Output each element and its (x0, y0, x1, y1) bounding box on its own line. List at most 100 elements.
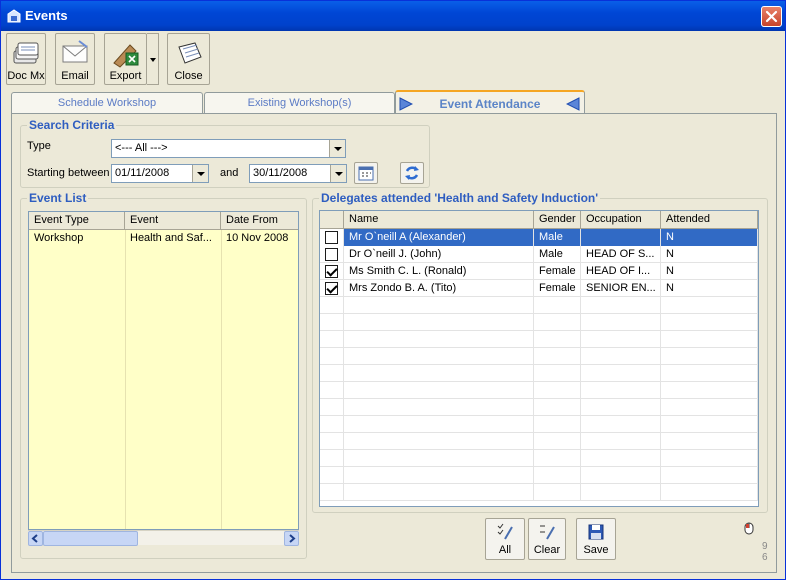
gender-cell (534, 433, 581, 450)
tab-schedule-workshop[interactable]: Schedule Workshop (11, 92, 203, 114)
name-cell (344, 314, 534, 331)
type-select[interactable]: <--- All ---> (111, 139, 346, 158)
close-button[interactable]: Close (167, 33, 210, 85)
column-header-event[interactable]: Event (125, 212, 221, 229)
column-header-name[interactable]: Name (344, 211, 534, 228)
select-all-icon (497, 523, 513, 540)
version-line-1: 9 (762, 541, 768, 552)
occupation-cell (581, 365, 661, 382)
tab-existing-workshops[interactable]: Existing Workshop(s) (204, 92, 395, 114)
delegates-group: Delegates attended 'Health and Safety In… (312, 191, 768, 513)
column-header-occupation[interactable]: Occupation (581, 211, 661, 228)
table-row[interactable]: Mrs Zondo B. A. (Tito) Female SENIOR EN...… (320, 280, 758, 297)
chevron-right-icon (289, 534, 296, 543)
attended-cell (661, 365, 758, 382)
gender-cell (534, 416, 581, 433)
search-criteria-group: Search Criteria Type <--- All ---> Start… (20, 118, 430, 188)
attended-checkbox-cell (320, 433, 344, 450)
close-window-button[interactable] (761, 6, 782, 27)
attended-cell (661, 314, 758, 331)
export-button[interactable]: Export (104, 33, 147, 85)
attended-cell: N (661, 263, 758, 280)
export-excel-icon (112, 44, 138, 68)
occupation-cell (581, 484, 661, 501)
documents-stack-icon (13, 42, 39, 64)
version-line-2: 6 (762, 552, 768, 563)
column-header-attended[interactable]: Attended (661, 211, 758, 228)
event-cell: Health and Saf... (130, 232, 212, 244)
to-date-picker[interactable]: 30/11/2008 (249, 164, 347, 183)
chevron-down-icon[interactable] (330, 165, 346, 182)
table-row[interactable]: Dr O`neill J. (John) Male HEAD OF S... N (320, 246, 758, 263)
attended-checkbox-cell (320, 263, 344, 280)
scroll-thumb[interactable] (43, 531, 138, 546)
attended-cell (661, 416, 758, 433)
gender-cell (534, 314, 581, 331)
gender-cell (534, 382, 581, 399)
occupation-cell: HEAD OF I... (581, 263, 661, 280)
scroll-right-button[interactable] (284, 531, 299, 546)
delegates-grid[interactable]: Name Gender Occupation Attended Mr O`nei… (319, 210, 759, 507)
column-header-gender[interactable]: Gender (534, 211, 581, 228)
column-divider (125, 230, 126, 529)
gender-cell (534, 467, 581, 484)
name-cell: Dr O`neill J. (John) (344, 246, 534, 263)
close-label: Close (174, 70, 203, 82)
title-bar[interactable]: Events (1, 1, 785, 31)
event-type-cell: Workshop (34, 232, 84, 244)
occupation-cell (581, 331, 661, 348)
doc-mx-button[interactable]: Doc Mx (6, 33, 46, 85)
table-row[interactable]: Workshop Health and Saf... 10 Nov 2008 (29, 230, 298, 247)
select-checkbox[interactable] (325, 248, 338, 261)
from-date-picker[interactable]: 01/11/2008 (111, 164, 209, 183)
refresh-button[interactable] (400, 162, 424, 184)
gender-cell (534, 399, 581, 416)
event-attendance-panel: Search Criteria Type <--- All ---> Start… (11, 113, 777, 573)
clear-label: Clear (533, 544, 561, 556)
email-button[interactable]: Email (55, 33, 95, 85)
starting-between-label: Starting between (27, 167, 110, 179)
scroll-left-button[interactable] (28, 531, 43, 546)
attended-checkbox-cell (320, 365, 344, 382)
occupation-cell (581, 229, 661, 246)
to-date-value: 30/11/2008 (253, 167, 308, 179)
type-select-value: <--- All ---> (115, 142, 168, 154)
refresh-icon (405, 166, 419, 180)
attended-cell (661, 348, 758, 365)
delegates-title: Delegates attended 'Health and Safety In… (319, 191, 601, 205)
tab-label: Existing Workshop(s) (247, 97, 352, 109)
column-header-select[interactable] (320, 211, 344, 228)
select-all-button[interactable]: All (485, 518, 525, 560)
select-checkbox[interactable] (325, 231, 338, 244)
table-row[interactable]: Ms Smith C. L. (Ronald) Female HEAD OF I..… (320, 263, 758, 280)
name-cell: Mrs Zondo B. A. (Tito) (344, 280, 534, 297)
column-header-date-from[interactable]: Date From (221, 212, 298, 229)
occupation-cell (581, 297, 661, 314)
gender-cell: Female (534, 263, 581, 280)
gender-cell: Female (534, 280, 581, 297)
tab-event-attendance[interactable]: Event Attendance (395, 90, 585, 115)
export-dropdown-arrow[interactable] (147, 33, 159, 85)
occupation-cell (581, 416, 661, 433)
date-from-cell: 10 Nov 2008 (226, 232, 289, 244)
calendar-button[interactable] (354, 162, 378, 184)
empty-row (320, 433, 758, 450)
column-header-event-type[interactable]: Event Type (29, 212, 125, 229)
horizontal-scrollbar[interactable] (28, 530, 299, 546)
calendar-icon (358, 166, 374, 181)
gender-cell (534, 484, 581, 501)
table-row[interactable]: Mr O`neill A (Alexander) Male N (320, 229, 758, 246)
and-label: and (220, 167, 239, 179)
tab-bar: Schedule Workshop Existing Workshop(s) E… (11, 90, 781, 115)
event-list-grid[interactable]: Event Type Event Date From Workshop Heal… (28, 211, 299, 530)
chevron-down-icon[interactable] (192, 165, 208, 182)
name-cell (344, 331, 534, 348)
select-checkbox[interactable] (325, 282, 338, 295)
occupation-cell (581, 467, 661, 484)
chevron-down-icon[interactable] (329, 140, 345, 157)
empty-row (320, 399, 758, 416)
name-cell: Ms Smith C. L. (Ronald) (344, 263, 534, 280)
select-checkbox[interactable] (325, 265, 338, 278)
save-button[interactable]: Save (576, 518, 616, 560)
clear-button[interactable]: Clear (528, 518, 566, 560)
